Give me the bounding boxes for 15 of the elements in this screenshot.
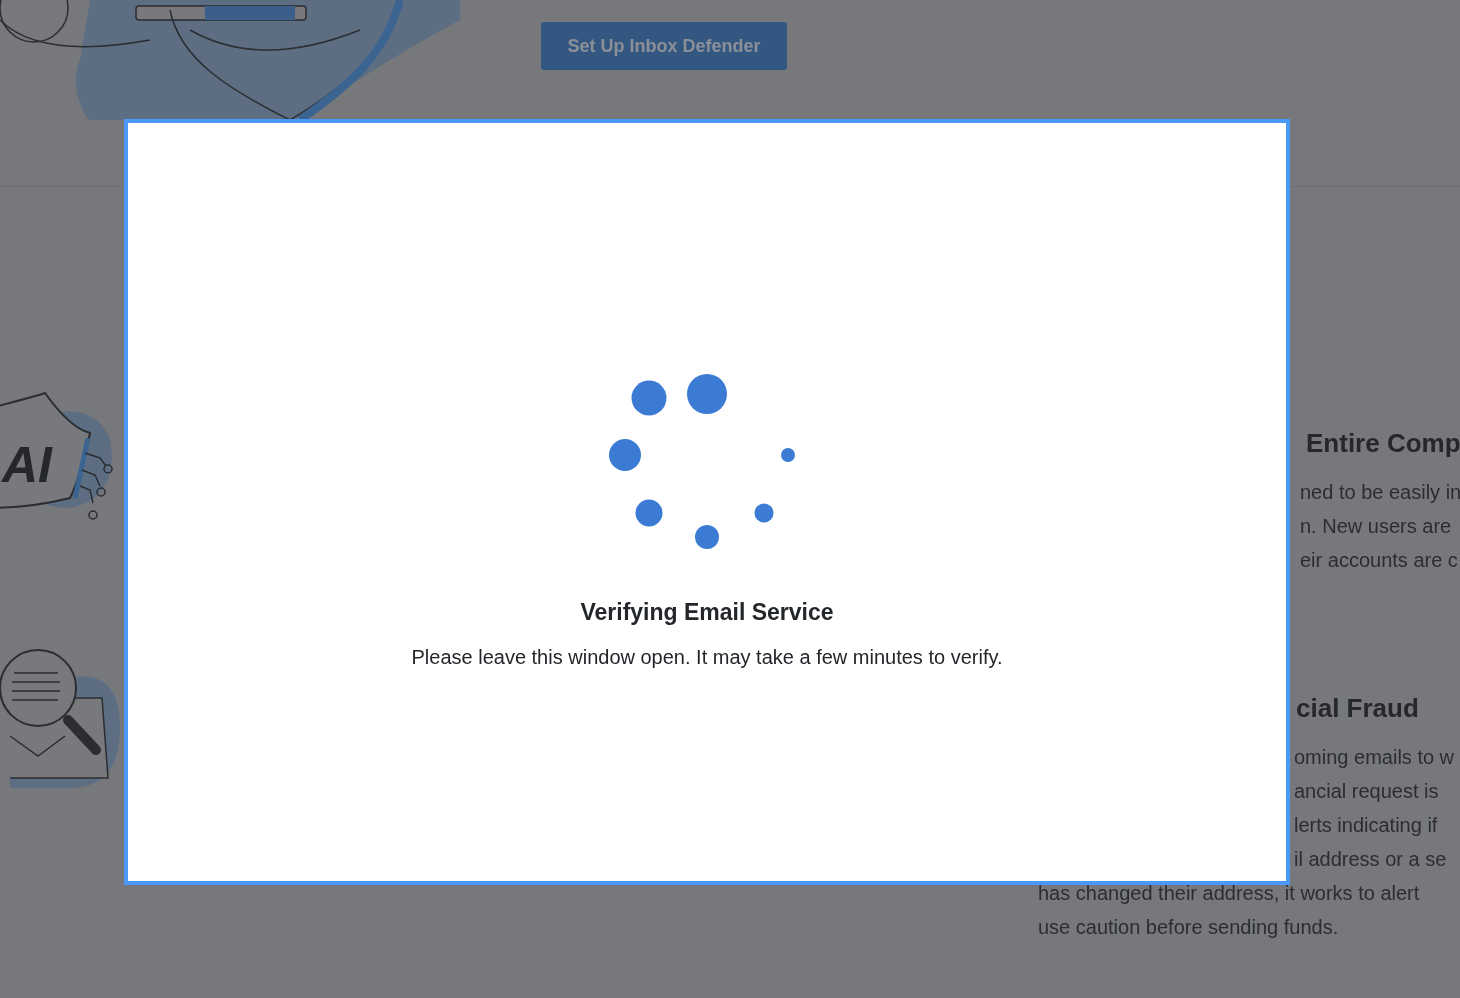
feature-text: oming emails to w bbox=[1294, 745, 1456, 770]
feature-text: il address or a se bbox=[1294, 847, 1448, 872]
feature-text: use caution before sending funds. bbox=[1038, 915, 1340, 940]
feature-text: eir accounts are c bbox=[1300, 548, 1459, 573]
feature-heading: cial Fraud bbox=[1296, 692, 1420, 725]
shield-label: AI bbox=[2, 437, 52, 493]
dialog-title: Verifying Email Service bbox=[580, 599, 834, 626]
dialog-message: Please leave this window open. It may take a few minutes to verify. bbox=[411, 646, 1003, 669]
feature-text: ned to be easily in bbox=[1300, 480, 1460, 505]
feature-text: lerts indicating if bbox=[1294, 813, 1439, 838]
feature-text: ancial request is bbox=[1294, 779, 1440, 804]
feature-heading: Entire Comp bbox=[1306, 427, 1460, 460]
setup-button[interactable]: Set Up Inbox Defender bbox=[541, 22, 787, 70]
feature-text: has changed their address, it works to alert bbox=[1038, 881, 1421, 906]
feature-text: n. New users are bbox=[1300, 514, 1453, 539]
